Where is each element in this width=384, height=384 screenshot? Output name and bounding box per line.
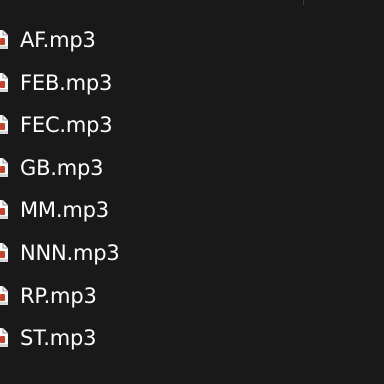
file-name: GB.mp3 (20, 155, 104, 180)
file-name: FEC.mp3 (20, 113, 113, 138)
file-name: MM.mp3 (20, 198, 109, 223)
file-name: FEB.mp3 (20, 70, 113, 95)
file-name: RP.mp3 (20, 283, 97, 308)
column-divider[interactable] (303, 0, 304, 5)
file-item[interactable]: ST.mp3 (0, 318, 384, 361)
audio-file-icon (0, 285, 8, 305)
audio-file-icon (0, 157, 8, 177)
file-name: NNN.mp3 (20, 240, 120, 265)
file-item[interactable]: NNN.mp3 (0, 233, 384, 276)
audio-file-icon (0, 200, 8, 220)
file-item[interactable]: AF.mp3 (0, 20, 384, 63)
audio-file-icon (0, 72, 8, 92)
file-item[interactable]: RP.mp3 (0, 276, 384, 319)
audio-file-icon (0, 115, 8, 135)
audio-file-icon (0, 242, 8, 262)
file-item[interactable]: FEB.mp3 (0, 63, 384, 106)
file-list: AF.mp3 FEB.mp3 FEC.mp3 GB.mp3 MM.mp3 NNN… (0, 20, 384, 361)
file-item[interactable]: FEC.mp3 (0, 105, 384, 148)
file-item[interactable]: MM.mp3 (0, 190, 384, 233)
file-name: ST.mp3 (20, 326, 97, 351)
audio-file-icon (0, 30, 8, 49)
audio-file-icon (0, 328, 8, 348)
file-name: AF.mp3 (20, 28, 96, 52)
file-item[interactable]: GB.mp3 (0, 148, 384, 191)
